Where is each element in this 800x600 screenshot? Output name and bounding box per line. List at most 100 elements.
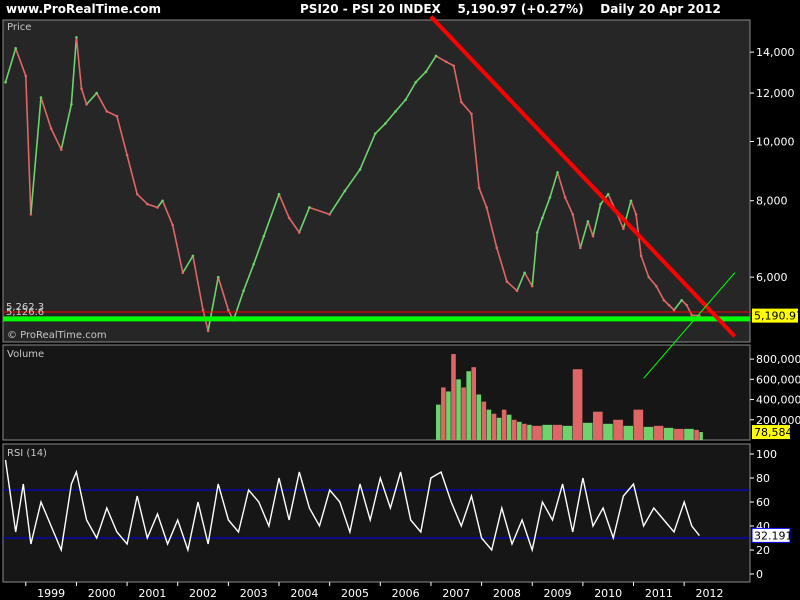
volume-bar [694,429,699,440]
price-point [252,262,255,266]
x-tick-label: 2001 [138,587,166,600]
last-price-value: 5,190.97 [754,310,800,323]
x-tick-label: 1999 [37,587,65,600]
volume-bar [466,371,471,440]
volume-bar [623,425,634,440]
price-point [477,186,481,190]
price-point [161,199,164,203]
x-tick-label: 2008 [493,587,521,600]
price-point [634,213,638,216]
price-point [24,74,28,78]
volume-bar [511,419,517,440]
rsi-panel-label: RSI (14) [7,448,47,459]
price-point [181,271,185,275]
price-point [460,100,463,104]
price-point [191,254,195,258]
volume-bar [684,428,694,440]
price-point [95,91,98,95]
price-point [297,231,301,234]
price-point [75,36,78,39]
price-point [606,192,610,196]
price-point [424,70,428,74]
price-panel [2,19,751,343]
price-y-tick-label: 12,000 [756,87,795,100]
volume-bar [441,387,446,440]
price-point [308,206,311,209]
volume-bar [451,354,456,440]
rsi-y-tick-label: 60 [756,496,770,509]
price-point [591,234,595,238]
volume-bar [572,369,583,440]
price-point [242,289,245,293]
rsi-y-tick-label: 100 [756,448,777,461]
volume-bar [501,409,507,440]
price-point [523,271,526,275]
price-point [4,80,7,84]
chart-area: Price © ProRealTime.com Volume RSI (14) 6,00… [2,15,800,600]
x-tick-label: 2002 [189,587,217,600]
level-label: 5,126.6 [6,307,44,318]
price-point [287,216,291,220]
price-point [156,206,159,209]
x-tick-label: 2011 [645,587,673,600]
price-point [125,153,129,157]
volume-bar [491,413,497,440]
volume-bar [562,425,573,440]
price-panel-label: Price [7,22,31,33]
price-point [206,329,210,333]
price-point [579,246,582,250]
volume-y-tick-label: 200,000 [756,414,800,427]
price-point [535,231,539,234]
price-point [680,298,683,302]
price-point [80,87,83,90]
price-point [216,275,220,279]
price-point [29,213,33,216]
price-point [201,308,205,312]
price-point [358,168,362,171]
volume-bar [542,424,552,440]
volume-bar [663,427,674,440]
price-point [262,234,266,238]
price-point [690,313,694,317]
price-point [662,298,666,302]
volume-y-tick-label: 800,000 [756,353,800,366]
volume-panel-label: Volume [7,349,44,360]
price-point [541,216,544,220]
price-point [115,114,119,118]
price-point [563,196,567,199]
x-tick-label: 2000 [88,587,116,600]
price-point [452,64,456,68]
price-point [586,220,590,223]
price-point [14,47,17,50]
volume-bar [476,394,482,440]
volume-bar [506,414,512,440]
volume-bar [446,391,451,440]
x-tick-label: 2004 [290,587,318,600]
price-y-tick-label: 8,000 [756,195,788,208]
price-point [647,275,651,279]
volume-bar [603,423,613,440]
price-point [373,132,377,135]
volume-bar [461,387,466,440]
rsi-panel [2,443,751,583]
price-point [599,202,602,206]
volume-y-tick-label: 400,000 [756,394,800,407]
volume-bar [653,425,664,440]
price-y-tick-label: 10,000 [756,135,795,148]
volume-bar [674,428,684,440]
last-rsi-value: 32.191 [754,529,793,542]
price-point [548,196,552,199]
volume-bar [522,423,527,440]
price-point [685,303,688,307]
x-tick-label: 2012 [695,587,723,600]
price-point [629,199,633,203]
price-point [171,223,174,227]
price-point [49,127,53,130]
price-point [146,202,149,206]
price-point [639,254,643,258]
price-point [414,80,418,84]
volume-bar [456,379,461,440]
rsi-y-tick-label: 20 [756,544,770,557]
volume-bar [532,425,542,440]
rsi-y-tick-label: 0 [756,568,763,581]
